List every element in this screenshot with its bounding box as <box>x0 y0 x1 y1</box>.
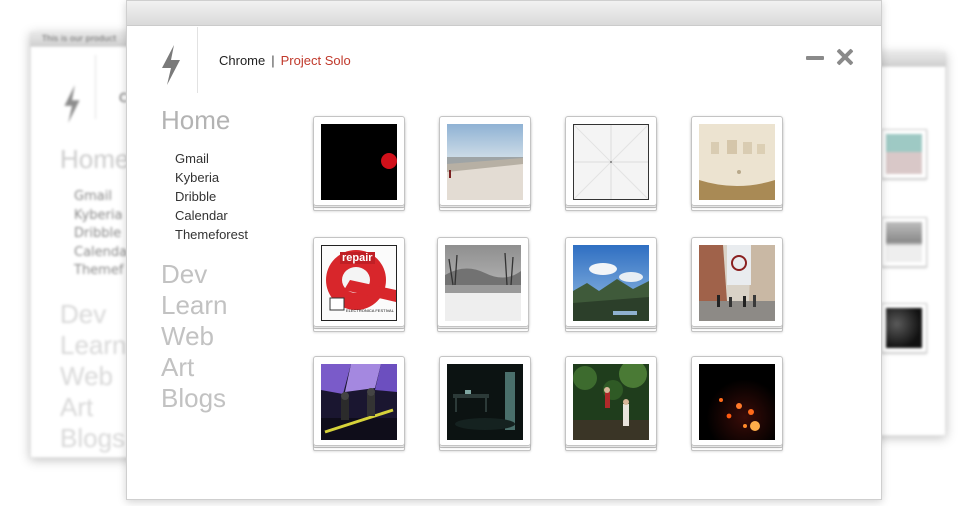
background-link: Gmail <box>74 189 112 204</box>
background-thumbnail <box>881 129 927 179</box>
background-category: Dev <box>60 299 107 329</box>
thumbnail-tile[interactable] <box>313 356 405 452</box>
background-categories: Dev Learn Web Art Blogs <box>60 299 127 454</box>
thumbnail-image <box>699 245 775 321</box>
breadcrumb-separator: | <box>271 53 275 68</box>
thumbnail-tile[interactable]: repair ELECTRONICA FESTIVAL <box>313 237 405 333</box>
background-home-links: Gmail Kyberia Dribble Calenda Themef <box>74 188 127 281</box>
background-category: Web <box>60 361 113 391</box>
link-kyberia[interactable]: Kyberia <box>175 168 248 187</box>
poster-title: repair <box>340 252 375 264</box>
thumbnail-image <box>699 364 775 440</box>
thumbnail-image: repair ELECTRONICA FESTIVAL <box>321 245 397 321</box>
background-category: Learn <box>60 330 127 360</box>
background-category: Art <box>60 392 94 422</box>
thumbnail-tile[interactable] <box>565 237 657 333</box>
desktop-stage: This is our product C Home Gmail Kyberia… <box>0 0 963 506</box>
thumbnail-image <box>447 364 523 440</box>
thumbnail-image <box>573 245 649 321</box>
background-window-right <box>872 52 946 436</box>
poster-caption: ELECTRONICA FESTIVAL <box>346 308 394 313</box>
breadcrumb: Chrome | Project Solo <box>219 53 351 68</box>
thumbnail-image <box>573 364 649 440</box>
thumbnail-tile[interactable] <box>691 356 783 452</box>
app-name[interactable]: Chrome <box>219 53 265 68</box>
background-thumbnail <box>881 303 927 353</box>
minimize-icon[interactable] <box>806 50 824 64</box>
link-calendar[interactable]: Calendar <box>175 206 248 225</box>
thumbnail-tile[interactable] <box>439 116 531 212</box>
thumbnail-tile[interactable] <box>565 356 657 452</box>
background-home-heading: Home <box>60 144 130 174</box>
background-link: Kyberia <box>74 207 123 223</box>
thumbnail-image <box>447 124 523 200</box>
nav-learn[interactable]: Learn <box>161 290 228 321</box>
link-themeforest[interactable]: Themeforest <box>175 225 248 244</box>
thumbnail-tile[interactable] <box>439 356 531 452</box>
thumbnail-tile[interactable] <box>437 237 529 333</box>
nav-dev[interactable]: Dev <box>161 259 228 290</box>
background-link: Dribble <box>74 226 122 241</box>
background-link: Themef <box>74 263 124 278</box>
background-thumbnail <box>881 217 927 267</box>
link-gmail[interactable]: Gmail <box>175 149 248 168</box>
nav-blogs[interactable]: Blogs <box>161 383 228 414</box>
logo-divider <box>197 27 198 93</box>
background-logo-divider <box>95 55 96 119</box>
thumbnail-image <box>573 124 649 200</box>
thumbnail-image <box>321 124 397 200</box>
main-window: Chrome | Project Solo Home Gmail Kyberia D… <box>126 0 882 500</box>
nav-home[interactable]: Home <box>161 105 230 136</box>
background-category: Blogs <box>60 423 126 453</box>
project-name[interactable]: Project Solo <box>281 53 351 68</box>
window-titlebar[interactable] <box>127 1 881 26</box>
bolt-icon <box>64 85 80 123</box>
category-nav: Dev Learn Web Art Blogs <box>161 259 228 414</box>
thumbnail-tile[interactable] <box>313 116 405 212</box>
nav-web[interactable]: Web <box>161 321 228 352</box>
thumbnail-tile[interactable] <box>691 116 783 212</box>
background-window-titlebar <box>872 52 946 66</box>
bolt-logo-icon <box>162 45 180 85</box>
home-links-list: Gmail Kyberia Dribble Calendar Themefore… <box>175 149 248 244</box>
nav-art[interactable]: Art <box>161 352 228 383</box>
background-window-body <box>872 66 946 436</box>
thumbnail-image <box>445 245 521 321</box>
thumbnail-tile[interactable] <box>565 116 657 212</box>
thumbnail-image <box>699 124 775 200</box>
close-icon[interactable] <box>836 48 854 66</box>
background-link: Calenda <box>74 244 128 260</box>
thumbnail-tile[interactable] <box>691 237 783 333</box>
thumbnail-image <box>321 364 397 440</box>
link-dribble[interactable]: Dribble <box>175 187 248 206</box>
